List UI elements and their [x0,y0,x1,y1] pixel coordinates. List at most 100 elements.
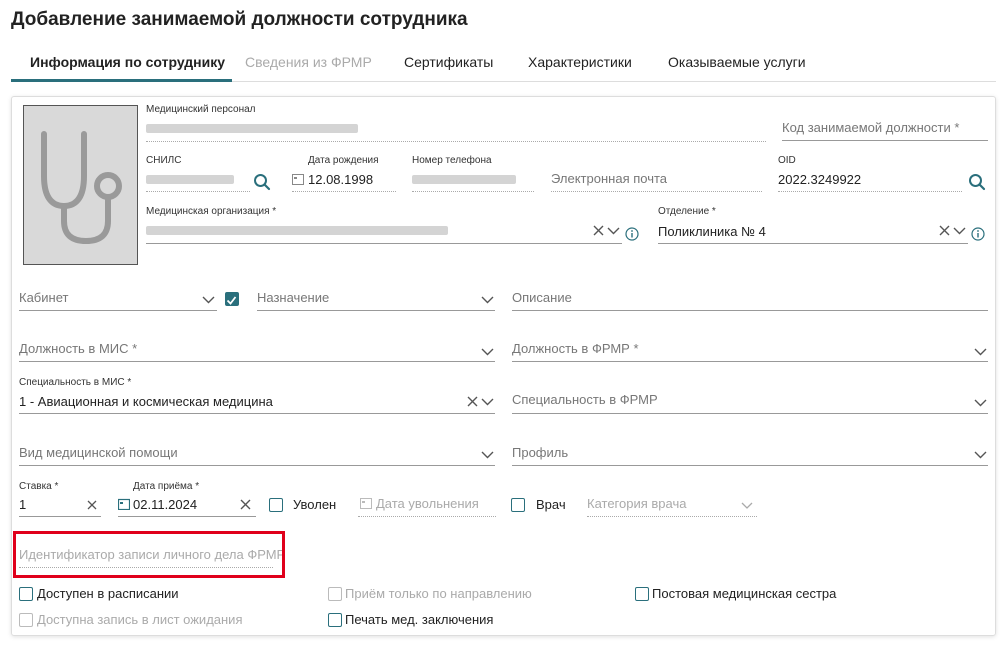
personnel-field-line [146,141,766,142]
rate-clear-icon[interactable] [87,500,97,510]
email-input[interactable]: Электронная почта [551,171,667,186]
email-line [551,191,762,192]
doctor-label: Врач [536,497,566,512]
personnel-name-redacted [146,124,358,133]
oid-label: OID [778,155,796,166]
profile-chevron-down-icon[interactable] [974,451,987,459]
rate-label: Ставка * [19,481,59,492]
specialty-clear-icon[interactable] [467,396,478,407]
schedule-label: Доступен в расписании [37,586,179,601]
cabinet-chevron-down-icon[interactable] [202,296,215,304]
care-type-chevron-down-icon[interactable] [481,451,494,459]
fired-checkbox[interactable] [269,498,283,512]
dept-clear-icon[interactable] [939,225,950,236]
hire-calendar-icon[interactable] [118,498,130,510]
ward-nurse-checkbox[interactable] [635,587,649,601]
purpose-select[interactable]: Назначение [257,290,329,305]
mis-specialty-select[interactable]: 1 - Авиационная и космическая медицина [19,394,273,409]
hire-date-field[interactable]: 02.11.2024 [133,497,197,512]
birth-date-field[interactable]: 12.08.1998 [308,172,373,187]
oid-search-icon[interactable] [968,173,986,191]
tab-certificates[interactable]: Сертификаты [404,54,493,70]
frmr-specialty-chevron-down-icon[interactable] [974,399,987,407]
position-code-line [782,140,988,141]
employee-photo [23,105,138,265]
waitlist-checkbox [19,613,33,627]
description-line [512,310,988,311]
cabinet-select[interactable]: Кабинет [19,290,68,305]
referral-only-label: Приём только по направлению [345,586,532,601]
oid-field[interactable]: 2022.3249922 [778,172,861,187]
description-input[interactable]: Описание [512,290,572,305]
calendar-icon[interactable] [292,173,304,185]
page-title: Добавление занимаемой должности сотрудни… [11,9,468,30]
personnel-label: Медицинский персонал [146,104,256,115]
hire-date-label: Дата приёма * [133,481,200,492]
waitlist-label: Доступна запись в лист ожидания [37,612,243,627]
dept-select[interactable]: Поликлиника № 4 [658,224,766,239]
clear-icon[interactable] [593,225,604,236]
dept-info-icon[interactable] [971,227,985,241]
frmr-specialty-select[interactable]: Специальность в ФРМР [512,392,658,407]
print-conclusion-checkbox[interactable] [328,613,342,627]
tab-services[interactable]: Оказываемые услуги [668,54,806,70]
mis-specialty-label: Специальность в МИС * [19,377,132,388]
tab-frmr-info[interactable]: Сведения из ФРМР [245,54,372,70]
frmr-position-line [512,361,988,362]
profile-line [512,465,988,466]
tab-employee-info[interactable]: Информация по сотруднику [30,54,225,70]
org-label: Медицинская организация * [146,206,277,217]
dismissal-date-field: Дата увольнения [376,496,479,511]
frmr-position-chevron-down-icon[interactable] [974,348,987,356]
fired-label: Уволен [293,497,337,512]
profile-select[interactable]: Профиль [512,445,568,460]
info-icon[interactable] [625,227,639,241]
cabinet-checkbox[interactable] [225,292,239,306]
dept-chevron-down-icon[interactable] [953,227,966,235]
doctor-checkbox[interactable] [511,498,525,512]
snils-line [146,191,250,192]
hire-date-clear-icon[interactable] [240,499,251,510]
purpose-chevron-down-icon[interactable] [481,296,494,304]
care-type-select[interactable]: Вид медицинской помощи [19,445,178,460]
snils-label: СНИЛС [146,155,182,166]
org-line [146,243,622,244]
tab-characteristics[interactable]: Характеристики [528,54,632,70]
frmr-position-select[interactable]: Должность в ФРМР * [512,341,639,356]
mis-specialty-line [19,413,495,414]
mis-position-select[interactable]: Должность в МИС * [19,341,137,356]
snils-redacted [146,175,234,184]
phone-label: Номер телефона [412,155,492,166]
dismissal-calendar-icon [360,497,372,509]
care-type-line [19,465,495,466]
active-tab-indicator [11,79,232,82]
rate-line [19,516,101,517]
position-code-input[interactable]: Код занимаемой должности * [782,120,959,135]
specialty-chevron-down-icon[interactable] [481,398,494,406]
birth-label: Дата рождения [308,155,379,166]
tab-bar: Информация по сотруднику Сведения из ФРМ… [11,50,996,82]
phone-redacted [412,175,516,184]
mis-position-chevron-down-icon[interactable] [481,348,494,356]
print-conclusion-label: Печать мед. заключения [345,612,494,627]
chevron-down-icon[interactable] [607,227,620,235]
mis-position-line [19,361,495,362]
oid-line [778,191,962,192]
schedule-checkbox[interactable] [19,587,33,601]
doctor-category-select: Категория врача [587,496,687,511]
referral-only-checkbox [328,587,342,601]
org-redacted [146,226,448,235]
phone-line [412,191,534,192]
category-chevron-down-icon [741,502,753,509]
dept-label: Отделение * [658,206,716,217]
ward-nurse-label: Постовая медицинская сестра [652,586,837,601]
cabinet-line [19,310,217,311]
stethoscope-icon [41,131,122,245]
dismissal-line [358,516,496,517]
search-icon[interactable] [253,173,271,191]
dept-line [658,243,968,244]
category-line [587,516,757,517]
birth-line [292,191,396,192]
rate-input[interactable]: 1 [19,497,26,512]
purpose-line [257,310,495,311]
